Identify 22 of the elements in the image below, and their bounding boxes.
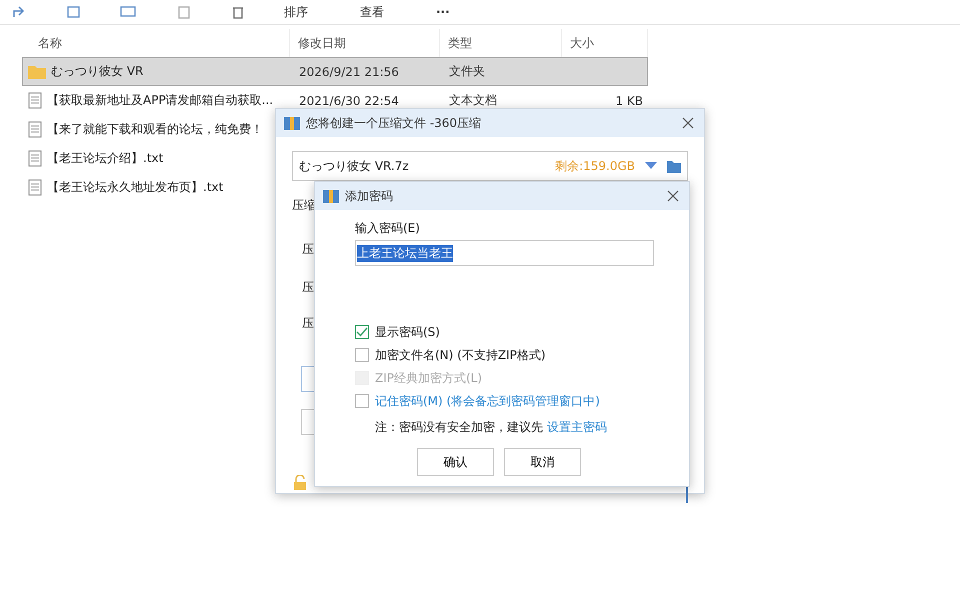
option-label: 压 xyxy=(302,279,314,296)
dialog-title: 添加密码 xyxy=(345,188,394,204)
modified-date: 2021/6/30 22:54 xyxy=(298,94,400,108)
checkbox-label: 加密文件名(N) (不支持ZIP格式) xyxy=(375,346,546,364)
option-label: 压 xyxy=(302,315,314,332)
file-size: 1 KB xyxy=(614,94,644,108)
free-space: 剩余:159.0GB xyxy=(555,158,635,174)
note-text: 注：密码没有安全加密，建议先 设置主密码 xyxy=(375,419,608,436)
file-name: 【获取最新地址及APP请发邮箱自动获取... xyxy=(47,92,274,109)
modified-date: 2026/9/21 21:56 xyxy=(298,64,400,78)
file-name: 【老王论坛介绍】.txt xyxy=(47,150,164,167)
checkbox-label: ZIP经典加密方式(L) xyxy=(375,370,482,386)
checkbox-label: 显示密码(S) xyxy=(375,324,440,340)
file-name: 【来了就能下载和观看的论坛，纯免费！ xyxy=(47,121,263,138)
file-type: 文件夹 xyxy=(448,63,486,80)
filename-text: むっつり彼女 VR.7z xyxy=(299,158,410,174)
option-label: 压 xyxy=(302,241,314,258)
file-type: 文本文档 xyxy=(448,92,498,109)
file-name: 【老王论坛永久地址发布页】.txt xyxy=(47,179,224,196)
password-label: 输入密码(E) xyxy=(355,220,421,237)
dialog-title: 您将创建一个压缩文件 -360压缩 xyxy=(306,114,482,132)
file-name: むっつり彼女 VR xyxy=(51,63,144,80)
